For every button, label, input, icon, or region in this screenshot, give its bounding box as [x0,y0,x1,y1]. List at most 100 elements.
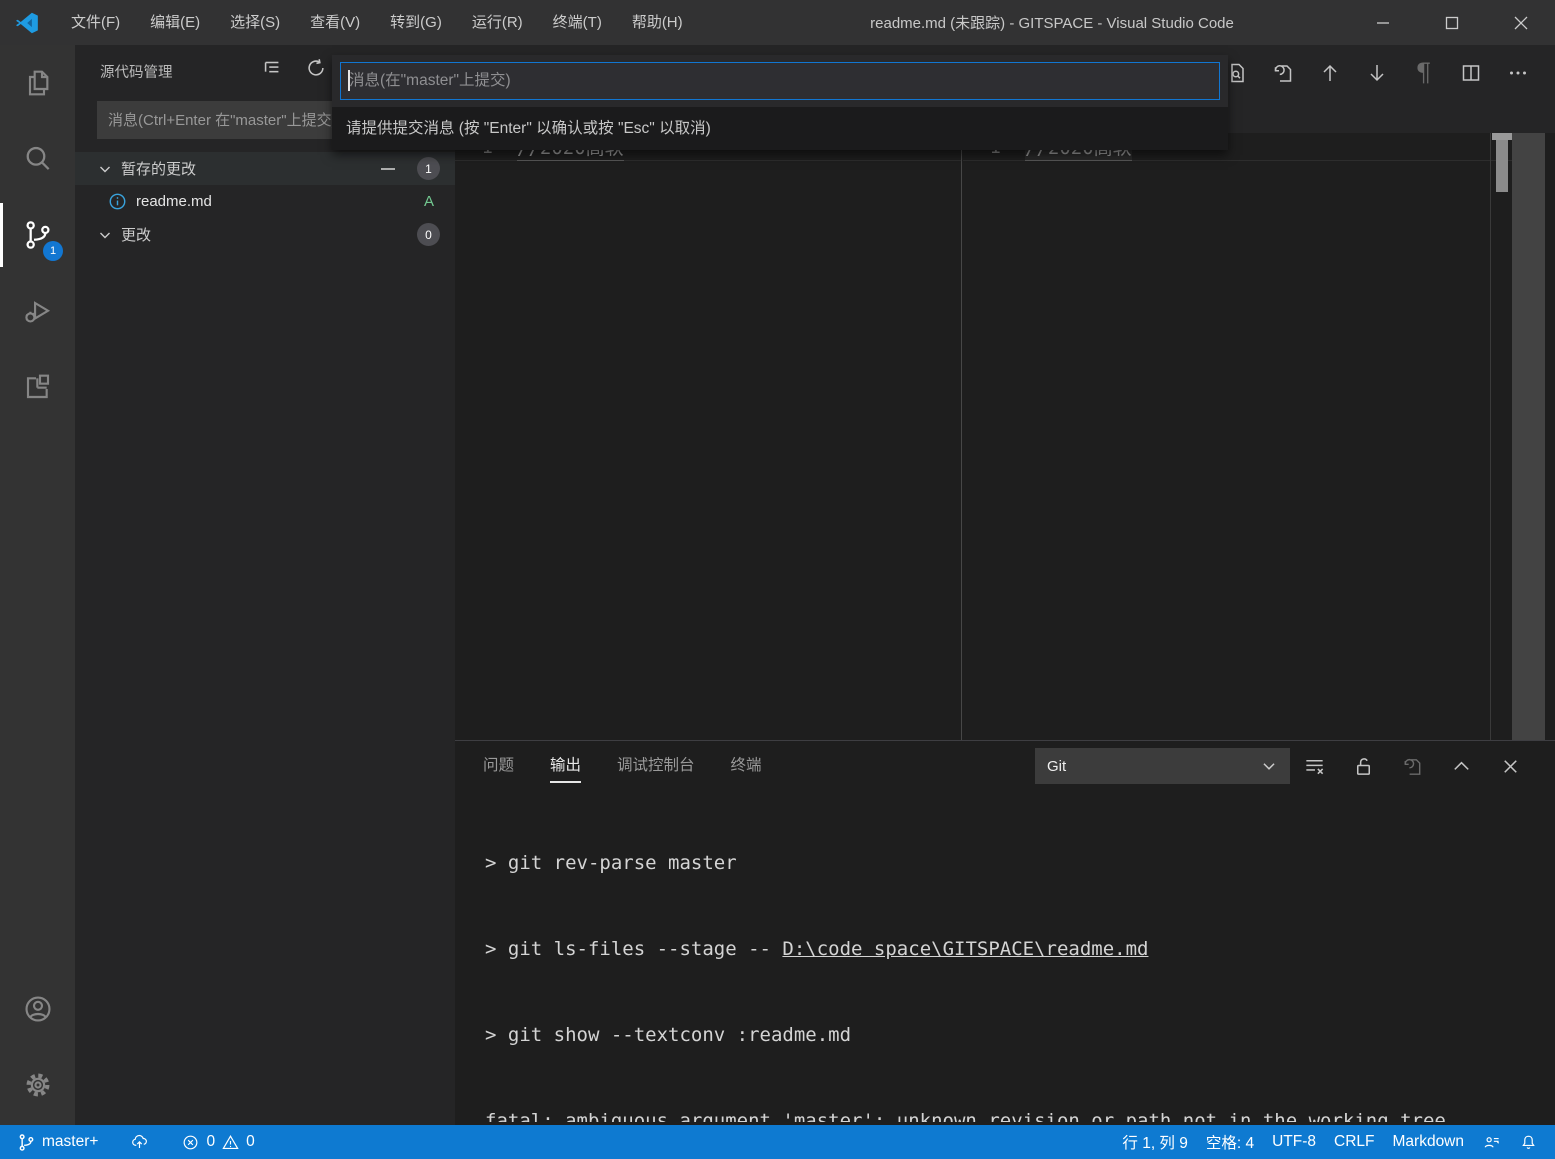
diff-modified-pane[interactable]: 1 //2020高软 [963,132,1545,740]
view-as-tree-icon[interactable] [261,57,289,85]
staged-file-row[interactable]: readme.md A [75,185,455,218]
staged-changes-label: 暂存的更改 [121,161,197,178]
split-editor-icon[interactable] [1447,49,1494,96]
staged-changes-header[interactable]: 暂存的更改 1 [75,152,455,185]
error-count: 0 [206,1133,216,1150]
menu-view[interactable]: 查看(V) [295,0,375,45]
output-line: > git rev-parse master [485,852,737,875]
quick-input-hint[interactable]: 请提供提交消息 (按 "Enter" 以确认或按 "Esc" 以取消) [332,107,1228,150]
menu-file[interactable]: 文件(F) [56,0,135,45]
unstage-all-icon[interactable] [377,158,399,180]
refresh-icon[interactable] [305,57,333,85]
file-path-link[interactable]: D:\code space\GITSPACE\readme.md [782,938,1148,960]
text-caret [348,70,350,91]
account-icon[interactable] [0,971,75,1047]
tab-debug-console[interactable]: 调试控制台 [617,741,695,791]
output-log: > git rev-parse master > git ls-files --… [485,792,1525,1122]
indentation-setting[interactable]: 空格: 4 [1197,1125,1263,1159]
output-line: > git show --textconv :readme.md [485,1023,852,1046]
chevron-down-icon [100,232,110,238]
window-title: readme.md (未跟踪) - GITSPACE - Visual Stud… [870,15,1234,32]
info-icon [109,193,126,210]
eol-setting[interactable]: CRLF [1325,1125,1383,1159]
whitespace-toggle-icon[interactable]: ¶ [1400,49,1447,96]
scrollbar-slider[interactable] [1496,140,1508,192]
overview-ruler-marker [1492,133,1513,140]
output-channel-select[interactable]: Git [1035,748,1290,784]
close-window-button[interactable] [1486,0,1555,45]
bottom-panel: 问题 输出 调试控制台 终端 Git > git rev-parse maste… [455,740,1555,1125]
overview-ruler [1490,133,1491,740]
git-status-added: A [423,193,434,210]
error-icon [184,1135,198,1149]
scm-badge: 1 [43,241,63,261]
branch-name: master+ [42,1133,99,1150]
explorer-icon[interactable] [0,45,75,121]
vscode-window: 文件(F) 编辑(E) 选择(S) 查看(V) 转到(G) 运行(R) 终端(T… [0,0,1555,1159]
tab-problems[interactable]: 问题 [483,741,514,791]
settings-gear-icon[interactable] [0,1047,75,1123]
menu-help[interactable]: 帮助(H) [617,0,698,45]
extensions-icon[interactable] [0,349,75,425]
menu-terminal[interactable]: 终端(T) [538,0,617,45]
unlock-icon[interactable] [1339,748,1388,784]
menu-edit[interactable]: 编辑(E) [135,0,215,45]
previous-change-icon[interactable] [1306,49,1353,96]
next-change-icon[interactable] [1353,49,1400,96]
quick-input-box[interactable] [340,62,1220,100]
maximize-button[interactable] [1417,0,1486,45]
editor-toolbar: ¶ [1212,49,1541,96]
chevron-down-icon [1263,763,1275,770]
menu-selection[interactable]: 选择(S) [215,0,295,45]
tab-terminal[interactable]: 终端 [731,741,762,791]
publish-changes-button[interactable] [121,1125,158,1159]
vscode-logo-icon [15,12,38,33]
diff-editor: 1 //2020高软 1 //2020高软 [455,132,1555,740]
editor-scrollbar[interactable] [1512,133,1545,740]
run-debug-icon[interactable] [0,273,75,349]
notifications-bell-icon[interactable] [1510,1125,1547,1159]
source-control-sidebar: 源代码管理 暂存的更改 1 [75,45,455,1125]
revert-file-icon[interactable] [1388,748,1437,784]
menu-run[interactable]: 运行(R) [457,0,538,45]
close-panel-icon[interactable] [1486,748,1535,784]
title-bar: 文件(F) 编辑(E) 选择(S) 查看(V) 转到(G) 运行(R) 终端(T… [0,0,1555,45]
cursor-position[interactable]: 行 1, 列 9 [1113,1125,1196,1159]
diff-original-pane[interactable]: 1 //2020高软 [455,133,962,740]
git-branch-icon [19,1133,34,1151]
search-icon[interactable] [0,121,75,197]
source-control-icon[interactable]: 1 [0,197,75,273]
chevron-down-icon [100,166,110,172]
staged-count-badge: 1 [417,157,440,180]
sidebar-title: 源代码管理 [100,65,173,81]
activity-bar: 1 [0,45,75,1125]
output-line: > git ls-files --stage -- D:\code space\… [485,937,1149,960]
changes-count-badge: 0 [417,223,440,246]
tab-output[interactable]: 输出 [550,741,582,791]
minimize-button[interactable] [1348,0,1417,45]
staged-file-name: readme.md [136,193,212,210]
revert-file-icon[interactable] [1259,49,1306,96]
panel-controls: Git [1035,748,1535,784]
changes-label: 更改 [121,227,152,244]
warning-icon [222,1134,239,1149]
encoding-setting[interactable]: UTF-8 [1263,1125,1325,1159]
maximize-panel-icon[interactable] [1437,748,1486,784]
menu-go[interactable]: 转到(G) [375,0,457,45]
status-bar: master+ 0 0 行 1, 列 9 空格: 4 UTF-8 CRLF Ma… [0,1125,1555,1159]
more-actions-icon[interactable] [1494,49,1541,96]
language-mode[interactable]: Markdown [1384,1125,1474,1159]
output-channel-value: Git [1047,757,1067,775]
branch-status[interactable]: master+ [8,1125,107,1159]
output-line: fatal: ambiguous argument 'master': unkn… [485,1109,1458,1122]
clear-output-icon[interactable] [1290,748,1339,784]
menu-bar: 文件(F) 编辑(E) 选择(S) 查看(V) 转到(G) 运行(R) 终端(T… [56,0,698,45]
warning-count: 0 [246,1133,255,1150]
feedback-icon[interactable] [1473,1125,1510,1159]
quick-input-field[interactable] [341,63,1219,99]
quick-input-widget: 请提供提交消息 (按 "Enter" 以确认或按 "Esc" 以取消) [332,55,1228,150]
problems-status[interactable]: 0 0 [172,1125,263,1159]
panel-tabs: 问题 输出 调试控制台 终端 [483,741,798,791]
window-controls [1348,0,1555,45]
changes-header[interactable]: 更改 0 [75,218,455,251]
